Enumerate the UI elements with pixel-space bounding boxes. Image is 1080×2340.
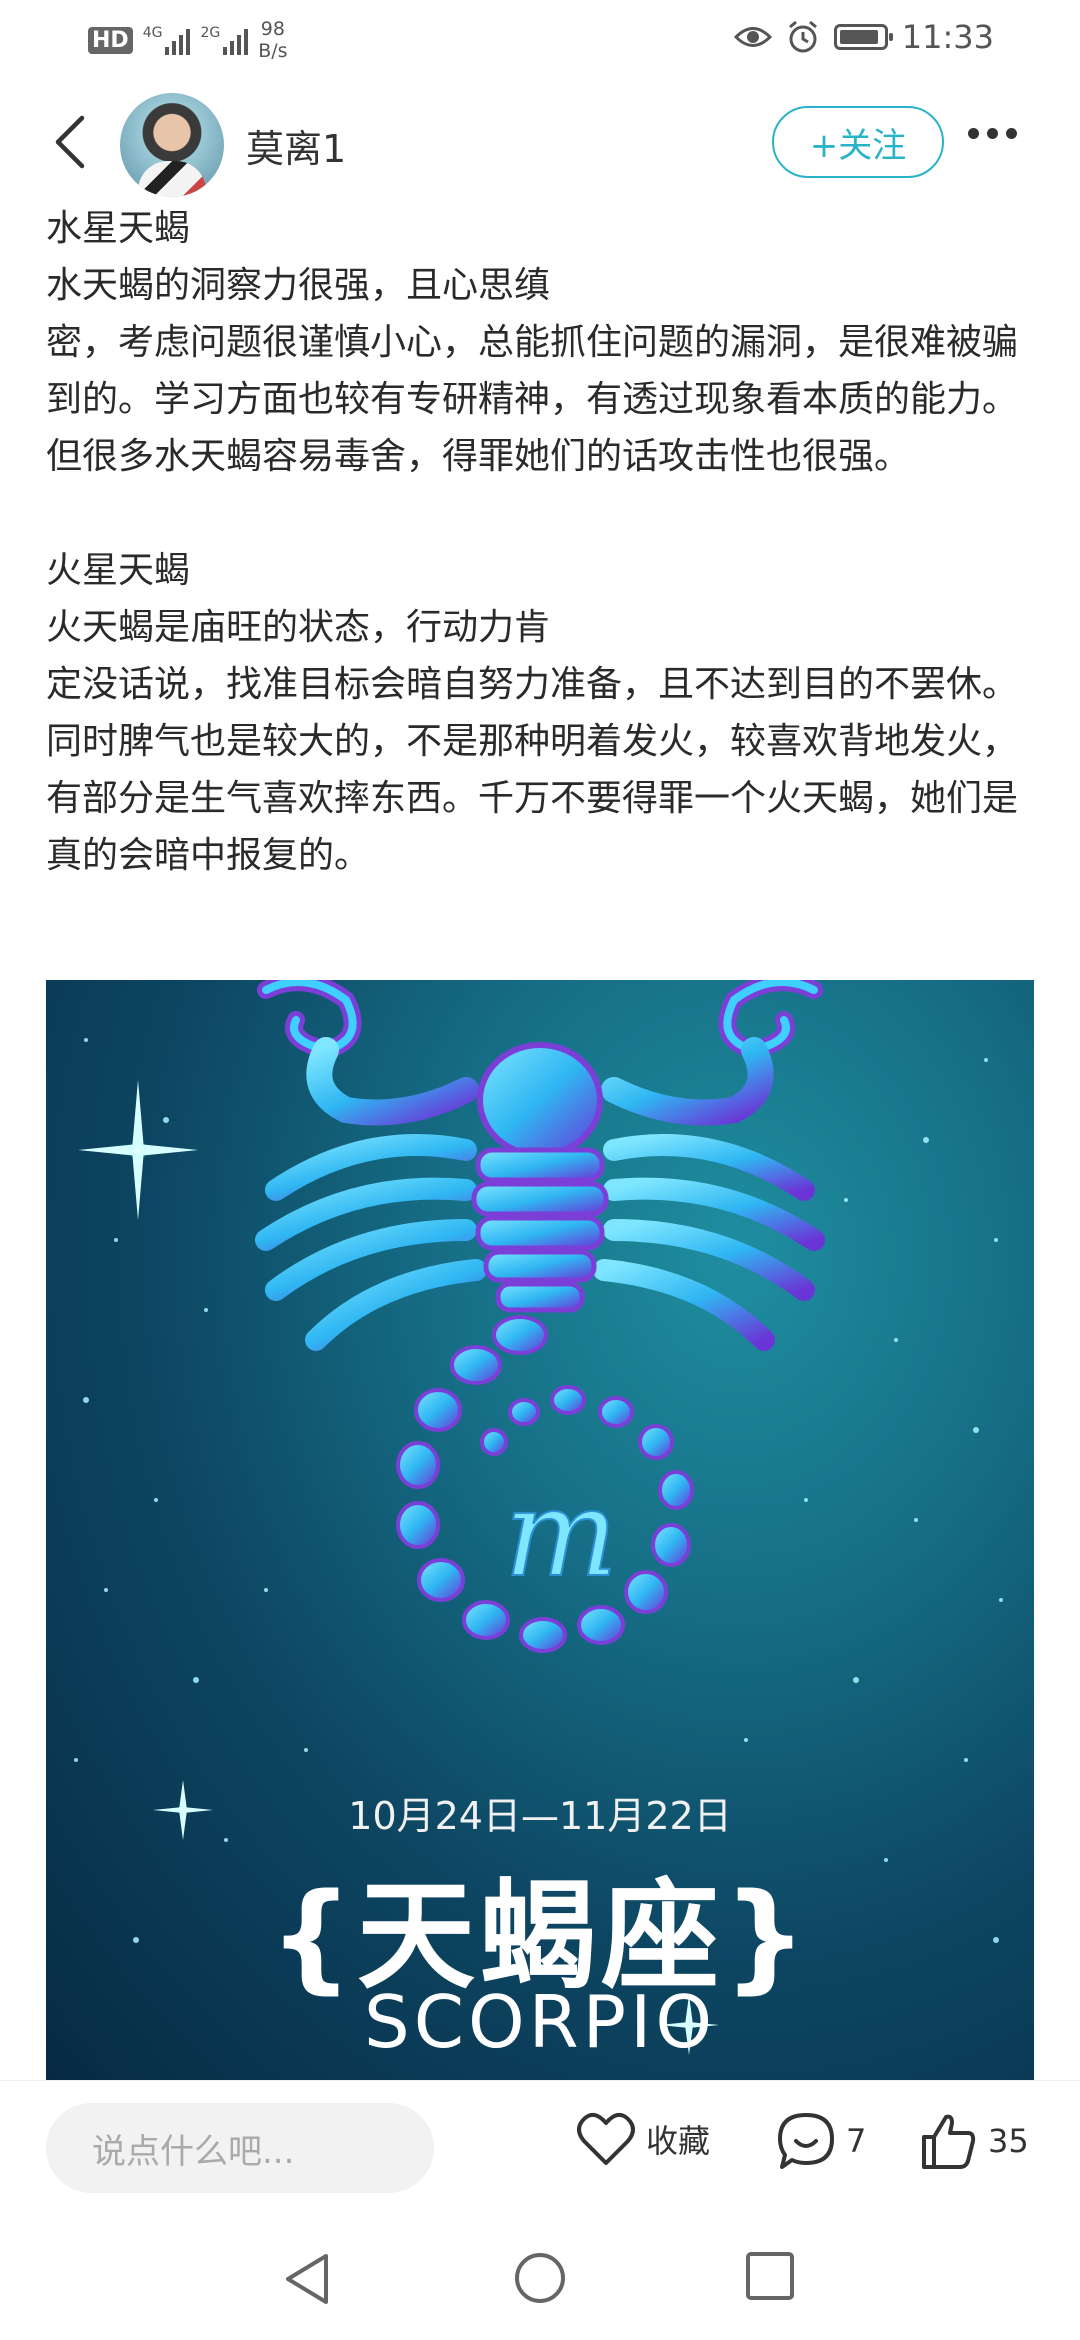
status-right: 11:33 (733, 18, 994, 56)
like-button[interactable]: 35 (918, 2111, 1029, 2171)
sim1-network-type: 4G (142, 25, 163, 41)
comment-count: 7 (846, 2122, 867, 2160)
like-count: 35 (988, 2122, 1029, 2160)
section-title: 火星天蝎 (46, 550, 191, 591)
eye-icon (733, 27, 772, 47)
scorpio-symbol: m (504, 1465, 618, 1604)
post-body: 水星天蝎 水天蝎的洞察力很强，且心思缜 密，考虑问题很谨慎小心，总能抓住问题的漏… (46, 200, 1036, 884)
battery-icon (833, 24, 893, 50)
post-image[interactable]: m 10月24日—11月22日 {天蝎座} SCORPIO (46, 980, 1034, 2080)
signal-icon-sim1: 4G (143, 25, 191, 55)
avatar[interactable] (120, 93, 224, 197)
nav-back-icon[interactable] (280, 2250, 334, 2308)
section-title: 水星天蝎 (46, 208, 191, 249)
heart-icon (577, 2112, 635, 2165)
username[interactable]: 莫离1 (246, 118, 346, 173)
post-header: 莫离1 +关注 (0, 88, 1080, 198)
speed-value: 98 (260, 18, 285, 40)
back-arrow-icon[interactable] (44, 110, 104, 170)
nav-home-icon[interactable] (512, 2250, 568, 2306)
paragraph: 密，考虑问题很谨慎小心，总能抓住问题的漏洞，是很难被骗到的。学习方面也较有专研精… (46, 322, 1019, 477)
more-options-icon[interactable] (968, 128, 1017, 139)
comment-bubble-icon (778, 2113, 834, 2169)
comment-input[interactable]: 说点什么吧... (46, 2103, 434, 2193)
paragraph: 定没话说，找准目标会暗自努力准备，且不达到目的不罢休。同时脾气也是较大的，不是那… (46, 664, 1019, 876)
hd-badge: HD (88, 26, 133, 54)
paragraph: 水天蝎的洞察力很强，且心思缜 (46, 265, 551, 306)
signal-icon-sim2: 2G (200, 25, 249, 55)
speed-unit: B/s (258, 40, 288, 62)
network-speed: 98 B/s (258, 18, 287, 62)
date-range: 10月24日—11月22日 (348, 1794, 732, 1838)
favorite-button[interactable]: 收藏 (576, 2111, 710, 2167)
follow-button[interactable]: +关注 (772, 106, 944, 178)
image-title-en: SCORPIO (364, 1980, 716, 2064)
system-navigation-bar (0, 2230, 1080, 2340)
status-left: HD 4G 2G 98 B/s (88, 18, 288, 62)
alarm-icon (788, 20, 817, 53)
comment-button[interactable]: 7 (776, 2111, 866, 2171)
bottom-action-bar: 说点什么吧... 收藏 7 35 (0, 2080, 1080, 2193)
favorite-label: 收藏 (646, 2122, 711, 2160)
sim2-network-type: 2G (200, 25, 221, 41)
paragraph: 火天蝎是庙旺的状态，行动力肯 (46, 607, 551, 648)
nav-recents-icon[interactable] (744, 2250, 796, 2302)
thumbs-up-icon (922, 2114, 976, 2169)
status-bar: HD 4G 2G 98 B/s 11:33 (0, 0, 1080, 80)
clock: 11:33 (901, 18, 994, 56)
